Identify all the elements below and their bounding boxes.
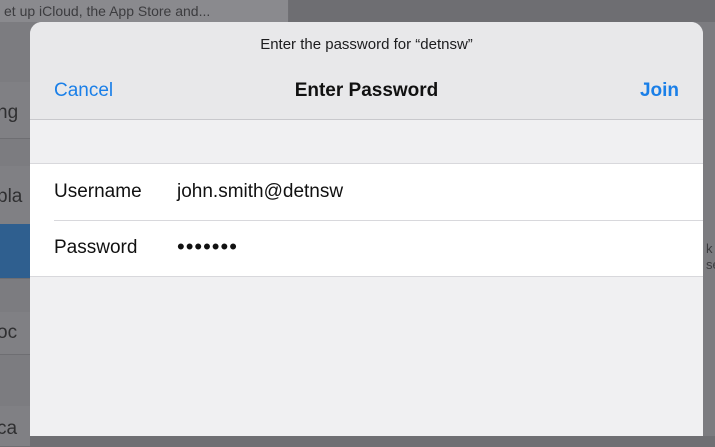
join-button[interactable]: Join [640,80,679,102]
background-list-text: ca [0,418,18,439]
background-list-item: oc [0,312,30,355]
username-label: Username [54,181,142,202]
background-detail-edge: k se [703,22,715,436]
background-detail-text: k [706,241,713,256]
background-list-item-selected [0,224,30,279]
dialog-prompt: Enter the password for “detnsw” [260,36,473,53]
background-list-text: ng [0,102,19,123]
password-row[interactable]: Password ••••••• [30,220,703,276]
password-label: Password [54,237,138,258]
password-dialog: Enter the password for “detnsw” Cancel E… [30,22,703,436]
background-header: et up iCloud, the App Store and... [0,0,289,22]
dialog-navigation-bar: Enter the password for “detnsw” Cancel E… [30,22,703,120]
background-list-item: ca [0,406,30,447]
dialog-title: Enter Password [294,80,439,101]
background-right-header [289,0,715,22]
background-detail-text: se [706,257,715,272]
background-list-item: ng [0,82,30,139]
background-header-text: et up iCloud, the App Store and... [4,3,211,19]
background-list-text: oc [0,322,18,343]
background-list-text: pla [0,186,23,207]
credentials-form: Username john.smith@detnsw Password ••••… [30,163,703,277]
background-list-item: pla [0,166,30,225]
password-field[interactable]: ••••••• [177,234,238,260]
background-sidebar: ng pla oc ca [0,22,30,447]
username-field[interactable]: john.smith@detnsw [177,181,343,203]
username-row[interactable]: Username john.smith@detnsw [30,164,703,220]
